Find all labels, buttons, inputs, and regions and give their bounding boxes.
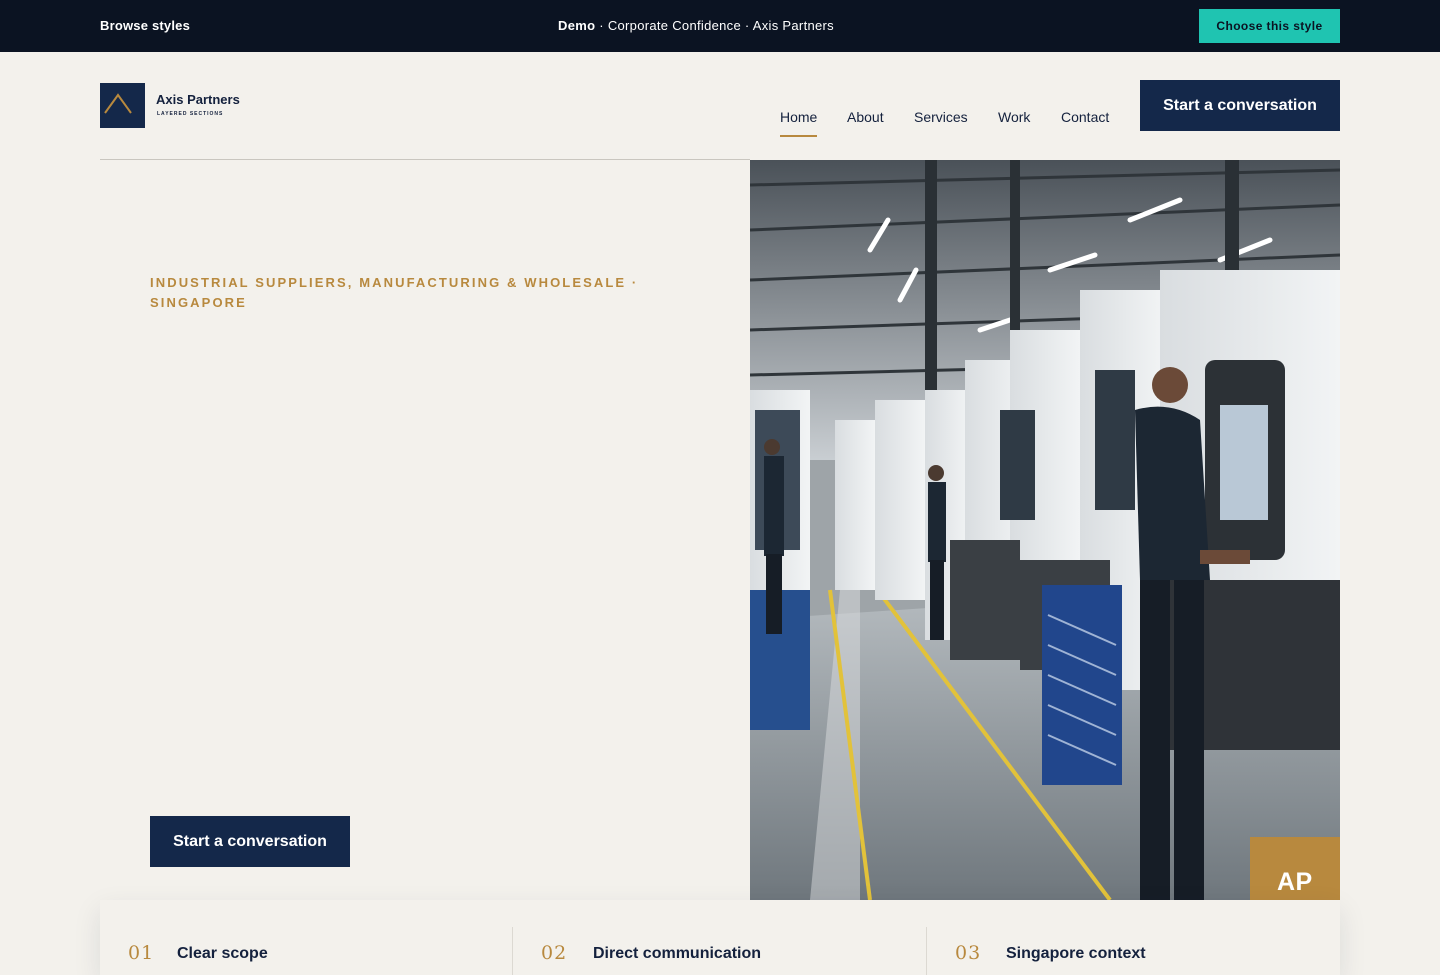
nav-item-services[interactable]: Services xyxy=(914,109,968,125)
hero-factory-image xyxy=(750,160,1340,900)
demo-label: Demo xyxy=(558,18,596,33)
choose-style-button[interactable]: Choose this style xyxy=(1199,9,1340,43)
nav-item-home[interactable]: Home xyxy=(780,109,818,137)
demo-company-name: Axis Partners xyxy=(752,18,834,33)
feature-number: 01 xyxy=(128,942,155,964)
demo-title: Demo · Corporate Confidence · Axis Partn… xyxy=(0,18,1392,33)
feature-number: 02 xyxy=(541,942,568,964)
feature-number: 03 xyxy=(955,942,982,964)
logo-icon[interactable] xyxy=(100,83,145,128)
nav-item-about[interactable]: About xyxy=(847,109,884,125)
feature-title: Clear scope xyxy=(177,945,268,962)
ap-badge-text: AP xyxy=(1277,868,1313,896)
demo-separator-2: · xyxy=(741,18,753,33)
feature-title: Direct communication xyxy=(593,945,762,962)
feature-title: Singapore context xyxy=(1006,945,1146,962)
ap-badge: AP xyxy=(1250,837,1340,900)
feature-strip: 01 Clear scope 02 Direct communication 0… xyxy=(100,900,1340,975)
header-cta-button[interactable]: Start a conversation xyxy=(1140,80,1340,131)
demo-bar: Browse styles Demo · Corporate Confidenc… xyxy=(0,0,1440,52)
demo-separator-1: · xyxy=(595,18,608,33)
feature-divider xyxy=(512,927,513,975)
nav-item-contact[interactable]: Contact xyxy=(1061,109,1109,125)
header-divider xyxy=(100,159,750,160)
feature-divider xyxy=(926,927,927,975)
hero-cta-button[interactable]: Start a conversation xyxy=(150,816,350,867)
brand-name[interactable]: Axis Partners xyxy=(156,92,240,107)
brand-tagline: LAYERED SECTIONS xyxy=(157,111,224,117)
nav-item-work[interactable]: Work xyxy=(998,109,1030,125)
demo-style-name: Corporate Confidence xyxy=(607,18,742,33)
hero-eyebrow: INDUSTRIAL SUPPLIERS, MANUFACTURING & WH… xyxy=(150,275,639,310)
